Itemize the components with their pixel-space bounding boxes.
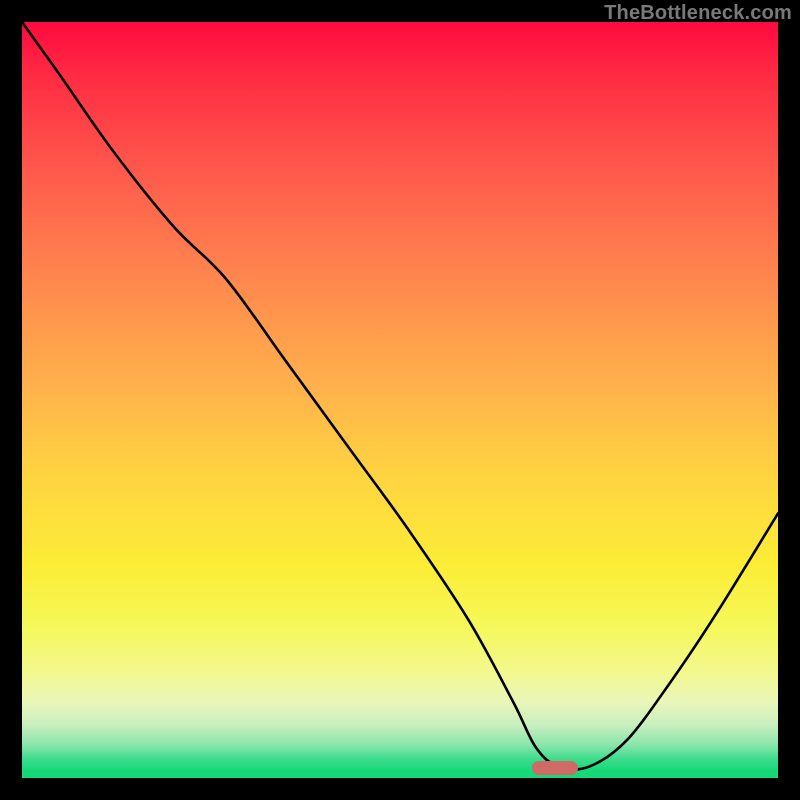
chart-frame: TheBottleneck.com bbox=[0, 0, 800, 800]
optimum-marker bbox=[532, 761, 578, 775]
bottleneck-curve bbox=[22, 22, 778, 778]
watermark-text: TheBottleneck.com bbox=[604, 2, 792, 25]
plot-area bbox=[22, 22, 778, 778]
